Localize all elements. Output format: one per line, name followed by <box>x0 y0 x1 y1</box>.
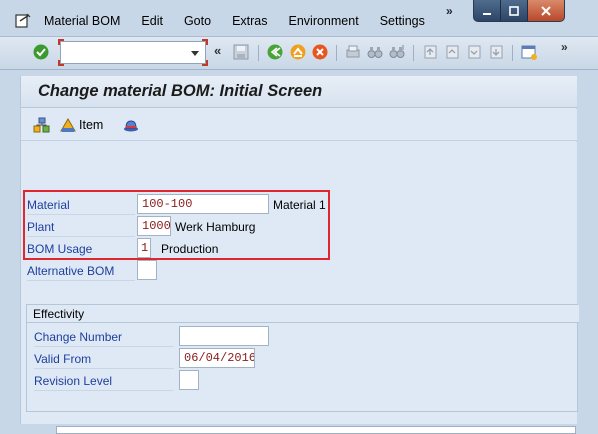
valid-from-label: Valid From <box>34 352 92 366</box>
last-page-button[interactable] <box>487 43 505 61</box>
maximize-button[interactable] <box>501 0 528 21</box>
standard-toolbar: « » <box>0 36 598 70</box>
system-menu-icon[interactable] <box>14 12 32 30</box>
new-session-icon <box>521 45 537 60</box>
item-icon <box>60 118 76 132</box>
hat-icon <box>124 120 138 132</box>
alternative-bom-input[interactable] <box>137 260 157 280</box>
label-underline <box>27 280 135 281</box>
find-next-button[interactable] <box>388 43 406 61</box>
cancel-button[interactable] <box>311 43 329 61</box>
dropdown-arrow-icon[interactable] <box>191 51 199 56</box>
print-button[interactable] <box>344 43 362 61</box>
alternative-bom-label: Alternative BOM <box>27 264 115 278</box>
title-bar: Change material BOM: Initial Screen <box>21 76 577 108</box>
menu-material-bom[interactable]: Material BOM <box>44 14 120 28</box>
exit-button[interactable] <box>289 43 307 61</box>
valid-from-input[interactable]: 06/04/2016 <box>179 348 255 368</box>
next-page-button[interactable] <box>465 43 483 61</box>
menu-more-button[interactable]: » <box>446 4 453 18</box>
menu-edit[interactable]: Edit <box>141 14 163 28</box>
sap-window: Material BOM Edit Goto Extras Environmen… <box>0 0 598 434</box>
effectivity-group-title: Effectivity <box>27 305 579 323</box>
revision-level-input[interactable] <box>179 370 199 390</box>
window-frame-edge <box>565 0 598 36</box>
first-page-button[interactable] <box>421 43 439 61</box>
revision-level-label: Revision Level <box>34 374 113 388</box>
check-icon <box>33 44 49 60</box>
change-number-label: Change Number <box>34 330 123 344</box>
print-icon <box>346 45 360 58</box>
toolbar-separator <box>258 45 259 61</box>
back-icon <box>267 44 283 60</box>
hierarchy-icon <box>33 117 50 133</box>
command-field[interactable] <box>58 39 208 66</box>
item-button-label[interactable]: Item <box>79 118 103 132</box>
effectivity-group: Effectivity <box>26 304 579 412</box>
partially-visible-field <box>56 426 576 434</box>
required-fields-highlight <box>23 190 330 260</box>
collapse-command-field-button[interactable]: « <box>214 43 221 58</box>
item-overview-button[interactable] <box>59 116 77 134</box>
menu-goto[interactable]: Goto <box>184 14 211 28</box>
toolbar-separator <box>512 45 513 61</box>
save-button[interactable] <box>232 43 250 61</box>
focus-corner <box>58 39 64 45</box>
first-page-icon <box>424 45 437 59</box>
header-button[interactable] <box>122 116 140 134</box>
toolbar-separator <box>413 45 414 61</box>
close-icon <box>541 5 551 16</box>
cancel-icon <box>312 44 328 60</box>
find-button[interactable] <box>366 43 384 61</box>
next-page-icon <box>468 45 481 59</box>
menu-bar: Material BOM Edit Goto Extras Environmen… <box>14 6 444 36</box>
menu-environment[interactable]: Environment <box>289 14 359 28</box>
change-number-input[interactable] <box>179 326 269 346</box>
toolbar-more-button[interactable]: » <box>561 40 568 54</box>
focus-corner <box>202 39 208 45</box>
focus-corner <box>202 60 208 66</box>
save-icon <box>233 44 249 60</box>
exit-icon <box>290 44 306 60</box>
minimize-button[interactable] <box>474 0 501 21</box>
enter-button[interactable] <box>32 43 50 61</box>
application-toolbar: Item <box>21 109 577 141</box>
previous-page-button[interactable] <box>443 43 461 61</box>
previous-page-icon <box>446 45 459 59</box>
maximize-icon <box>509 5 519 16</box>
label-underline <box>34 346 174 347</box>
menu-extras[interactable]: Extras <box>232 14 267 28</box>
last-page-icon <box>490 45 503 59</box>
minimize-icon <box>482 12 491 15</box>
menu-settings[interactable]: Settings <box>380 14 425 28</box>
label-underline <box>34 390 174 391</box>
back-button[interactable] <box>266 43 284 61</box>
page-title: Change material BOM: Initial Screen <box>38 82 323 100</box>
label-underline <box>34 368 174 369</box>
toolbar-separator <box>336 45 337 61</box>
close-button[interactable] <box>527 0 564 21</box>
binoculars-icon <box>367 47 383 58</box>
window-controls <box>473 0 565 22</box>
new-session-button[interactable] <box>520 43 538 61</box>
focus-corner <box>58 60 64 66</box>
find-next-icon <box>389 45 405 58</box>
hierarchy-button[interactable] <box>33 116 51 134</box>
